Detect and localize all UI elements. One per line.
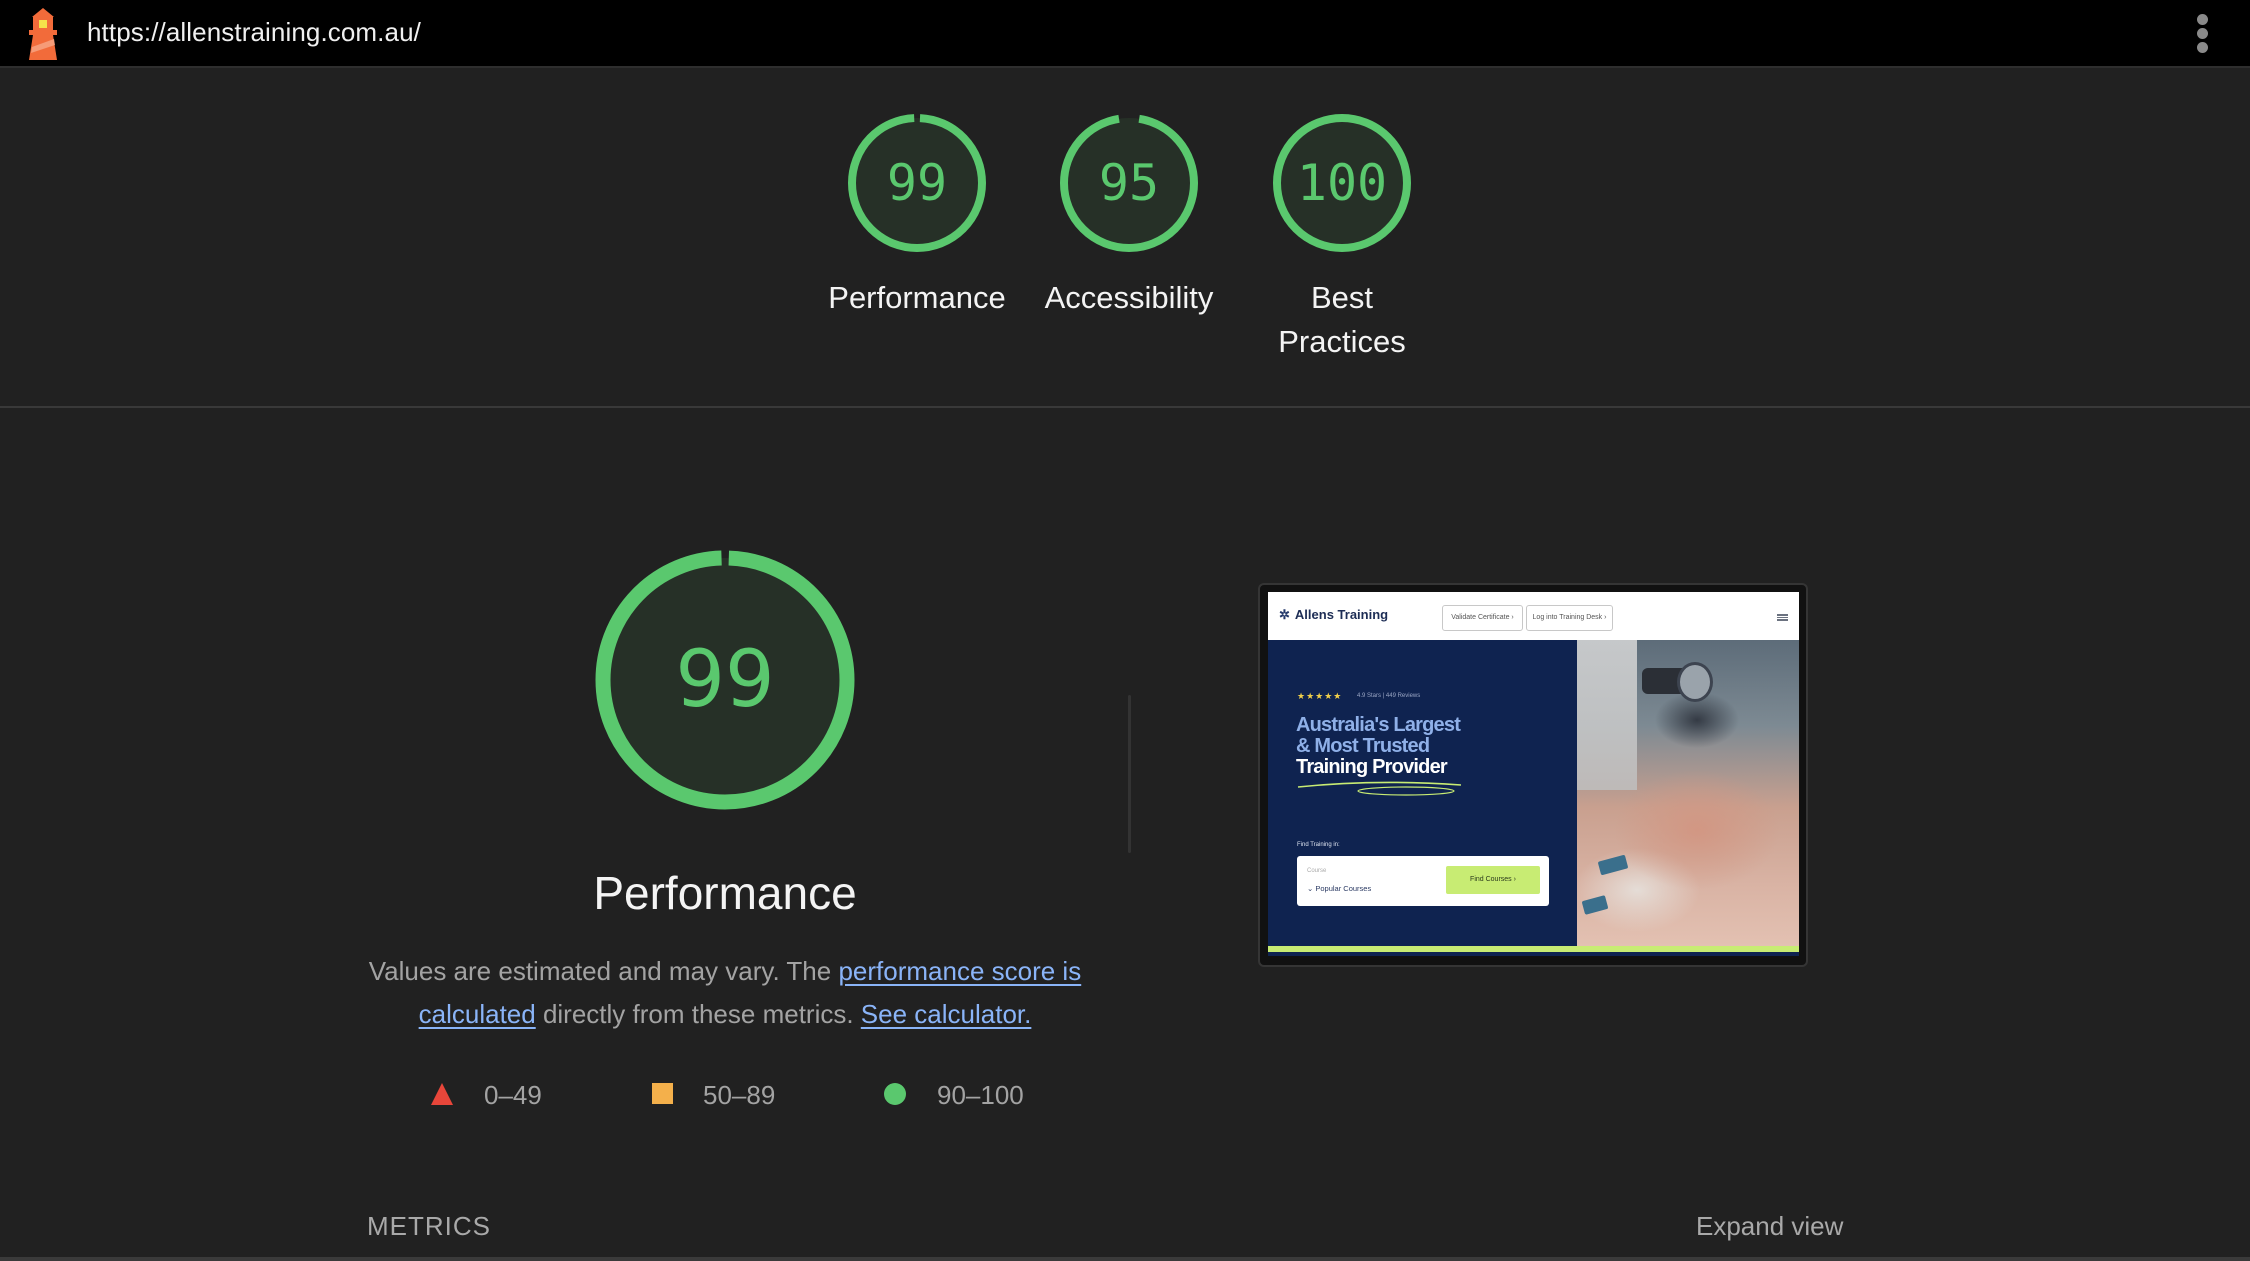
thumb-brand: ✲ Allens Training	[1279, 607, 1388, 623]
description-text: directly from these metrics.	[535, 999, 861, 1029]
thumb-brand-text: Allens Training	[1294, 607, 1389, 622]
circle-icon	[884, 1083, 906, 1105]
star-of-life-icon: ✲	[1279, 607, 1290, 622]
legend-range: 0–49	[484, 1080, 542, 1110]
photo-pad	[1581, 895, 1609, 915]
triangle-icon	[431, 1083, 453, 1105]
see-calculator-link[interactable]: See calculator.	[861, 999, 1032, 1029]
legend-range: 50–89	[703, 1080, 776, 1110]
photo-watch-face	[1677, 662, 1713, 702]
thumb-validate-button: Validate Certificate ›	[1442, 605, 1523, 631]
thumb-search-box: Course ⌄ Popular Courses Find Courses ›	[1297, 856, 1549, 906]
performance-title: Performance	[593, 867, 857, 919]
legend-range: 90–100	[937, 1080, 1024, 1110]
vertical-divider	[1128, 695, 1131, 853]
gauge-score: 95	[1098, 154, 1160, 212]
headline-line: Training Provider	[1296, 756, 1448, 778]
gauge-score: 100	[1296, 154, 1388, 212]
gauge-label-text: Best	[1310, 280, 1374, 315]
gauge-best-practices[interactable]: 100	[1271, 112, 1413, 254]
section-divider	[0, 406, 2250, 408]
hamburger-icon	[1777, 614, 1788, 621]
thumb-accent-bar	[1268, 946, 1799, 952]
thumb-login-button: Log into Training Desk ›	[1526, 605, 1613, 631]
thumb-nav: ✲ Allens Training Validate Certificate › …	[1268, 592, 1799, 640]
gauge-label-text: Performance	[828, 280, 1006, 315]
underline-swoosh	[1297, 781, 1462, 796]
performance-description: Values are estimated and may vary. The p…	[360, 950, 1090, 1036]
star-rating-icon: ★★★★★	[1297, 691, 1343, 701]
headline-line: & Most Trusted	[1296, 735, 1430, 757]
thumb-find-courses-button: Find Courses ›	[1446, 866, 1540, 894]
gauge-label-best-practices[interactable]: Best Practices	[1232, 276, 1452, 364]
thumb-course-label: Course	[1307, 868, 1327, 874]
square-icon	[652, 1083, 673, 1104]
thumb-find-label: Find Training in:	[1297, 842, 1340, 848]
page-url: https://allenstraining.com.au/	[87, 17, 421, 47]
thumb-headline: Australia's Largest & Most Trusted Train…	[1296, 714, 1461, 778]
thumb-rating: 4.9 Stars | 449 Reviews	[1357, 693, 1421, 699]
gauge-label-text: Practices	[1278, 324, 1406, 359]
gauge-accessibility[interactable]: 95	[1058, 112, 1200, 254]
gauge-score: 99	[886, 154, 948, 212]
top-bar: https://allenstraining.com.au/	[0, 0, 2250, 68]
performance-score: 99	[675, 635, 775, 725]
metrics-heading: METRICS	[367, 1211, 491, 1241]
gauge-label-accessibility[interactable]: Accessibility	[1019, 276, 1239, 320]
thumb-cpr-photo	[1577, 640, 1799, 946]
more-vert-icon[interactable]	[2196, 14, 2210, 54]
performance-gauge-large: 99	[594, 549, 856, 811]
headline-line: Australia's Largest	[1296, 714, 1461, 736]
gauge-performance[interactable]: 99	[846, 112, 988, 254]
description-text: Values are estimated and may vary. The	[368, 956, 839, 986]
photo-pad	[1597, 854, 1629, 876]
lighthouse-icon	[29, 8, 57, 60]
gauge-label-text: Accessibility	[1044, 280, 1214, 315]
metrics-divider	[0, 1257, 2250, 1261]
expand-view-toggle[interactable]: Expand view	[1696, 1211, 1843, 1242]
gauge-label-performance[interactable]: Performance	[807, 276, 1027, 320]
final-screenshot[interactable]: ✲ Allens Training Validate Certificate › …	[1268, 592, 1799, 956]
thumb-course-value: ⌄ Popular Courses	[1307, 884, 1372, 893]
photo-sleeve	[1577, 640, 1637, 790]
